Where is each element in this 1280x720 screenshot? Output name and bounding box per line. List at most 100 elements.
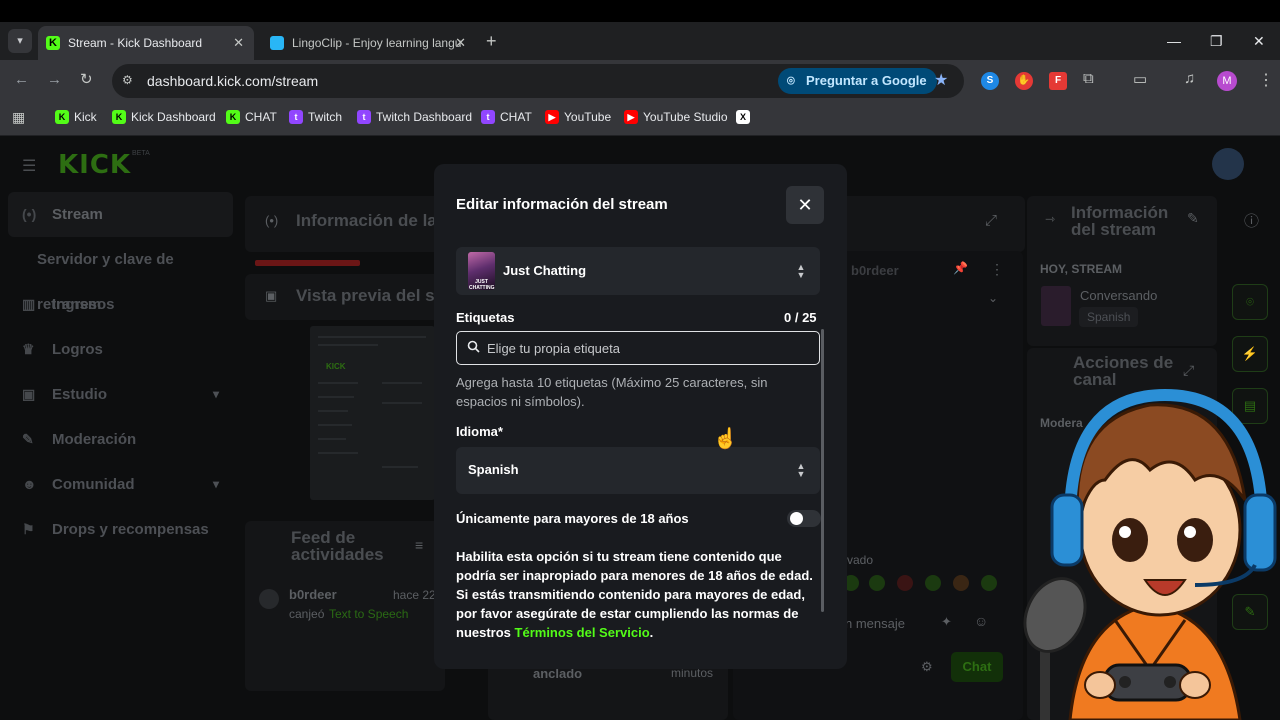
sidebar-item-estudio[interactable]: ▣ Estudio ▾: [8, 372, 233, 417]
bookmark-kick-dashboard[interactable]: K Kick Dashboard: [112, 109, 216, 125]
cast-icon[interactable]: ▭: [1133, 70, 1147, 88]
site-info-icon[interactable]: ⚙: [122, 73, 133, 87]
emote-picker-icon[interactable]: ✦: [941, 614, 952, 630]
sidebar-item-stream[interactable]: (•) Stream: [8, 192, 233, 237]
tab-lingoclip[interactable]: LingoClip - Enjoy learning langu ✕: [262, 26, 476, 60]
bookmark-youtube[interactable]: ▶ YouTube: [545, 109, 611, 125]
bookmark-youtube-studio[interactable]: ▶ YouTube Studio: [624, 109, 728, 125]
language-value: Spanish: [468, 462, 519, 477]
tab-title: Stream - Kick Dashboard: [68, 36, 203, 50]
adult-only-toggle[interactable]: [787, 510, 821, 527]
edit-pencil-icon[interactable]: ✎: [1187, 210, 1199, 227]
minimize-icon[interactable]: —: [1167, 30, 1181, 52]
sidebar-item-label: Drops y recompensas: [52, 521, 209, 538]
feed-action: canjeó: [289, 607, 325, 621]
ask-google-button[interactable]: ⌾ Preguntar a Google: [778, 68, 937, 94]
right-category: Conversando: [1080, 288, 1158, 303]
restore-icon[interactable]: ❐: [1210, 30, 1223, 52]
address-bar[interactable]: ⚙ dashboard.kick.com/stream ⌾ Preguntar …: [112, 64, 964, 98]
apps-grid-icon[interactable]: ▦: [12, 109, 25, 126]
tab-close-icon[interactable]: ✕: [233, 26, 244, 60]
modal-scrollbar[interactable]: [821, 329, 824, 612]
modal-close-button[interactable]: ✕: [786, 186, 824, 224]
sidebar-item-moderacion[interactable]: ✎ Moderación: [8, 417, 233, 462]
bookmark-star-icon[interactable]: ★: [934, 70, 948, 90]
media-control-icon[interactable]: ♫: [1184, 70, 1195, 87]
extensions-puzzle-icon[interactable]: ⧉: [1083, 70, 1094, 87]
category-name: Just Chatting: [503, 263, 587, 278]
language-chip: Spanish: [1079, 307, 1139, 327]
bookmark-chat-kick[interactable]: K CHAT: [226, 109, 277, 125]
chevron-down-icon[interactable]: ⌄: [988, 291, 998, 305]
kick-icon: K: [226, 110, 240, 124]
tab-kick-dashboard[interactable]: Stream - Kick Dashboard ✕: [38, 26, 254, 60]
bookmark-label: Kick Dashboard: [131, 110, 216, 124]
sidebar-item-comunidad[interactable]: ☻ Comunidad ▾: [8, 462, 233, 507]
microphone-icon: [1023, 577, 1087, 653]
kick-logo[interactable]: KICK: [58, 150, 131, 180]
category-select[interactable]: JUST CHATTING Just Chatting ▲ ▼: [456, 247, 820, 295]
new-tab-plus-icon[interactable]: +: [486, 30, 497, 52]
broadcast-icon: (•): [265, 213, 279, 228]
chat-pinned-user: b0rdeer: [851, 263, 899, 278]
tab-search-menu-button[interactable]: ▾: [8, 29, 32, 53]
bookmark-twitch[interactable]: t Twitch: [289, 109, 342, 125]
info-icon[interactable]: ⓘ: [1244, 210, 1259, 231]
pin-icon[interactable]: 📌: [953, 261, 968, 275]
bookmark-chat-twitch[interactable]: t CHAT: [481, 109, 532, 125]
sidebar-item-ingresos[interactable]: ▥ Ingresos: [8, 282, 233, 327]
feed-avatar: [259, 589, 279, 609]
tab-close-icon[interactable]: ✕: [455, 26, 466, 60]
wrench-icon: ✎: [22, 431, 34, 447]
more-icon[interactable]: ⋮: [990, 261, 1004, 278]
chevron-down-icon: ▾: [212, 477, 219, 491]
live-status-bar: [255, 260, 360, 266]
activity-feed-panel: Feed de actividades ≡ b0rdeer hace 22 ca…: [245, 521, 445, 691]
hamburger-menu-icon[interactable]: ☰: [22, 156, 36, 176]
tags-input-box[interactable]: [456, 331, 820, 365]
window-close-icon[interactable]: ✕: [1253, 30, 1265, 52]
updown-chevron-icon: ▲ ▼: [796, 461, 806, 479]
tags-input[interactable]: [487, 338, 807, 358]
extension-shazam-icon[interactable]: S: [981, 72, 999, 90]
chat-settings-gear-icon[interactable]: ⚙: [921, 659, 933, 675]
user-avatar[interactable]: [1212, 148, 1244, 180]
side-action-clip-icon[interactable]: ⌾: [1232, 284, 1268, 320]
emoji-icon[interactable]: ☺: [974, 613, 988, 629]
terms-of-service-link[interactable]: Términos del Servicio: [515, 625, 650, 640]
modal-title: Editar información del stream: [456, 196, 668, 213]
updown-chevron-icon: ▲ ▼: [796, 262, 806, 280]
side-action-bolt-icon[interactable]: ⚡: [1232, 336, 1268, 372]
filter-icon[interactable]: ≡: [415, 537, 423, 553]
streamer-mascot-illustration: [1023, 388, 1277, 720]
reload-icon[interactable]: ↻: [80, 70, 93, 90]
sidebar-item-server-key[interactable]: Servidor y clave de retransm: [8, 237, 233, 313]
trophy-icon: ♛: [22, 341, 35, 357]
dashboard-sidebar: (•) Stream Servidor y clave de retransm ▥…: [8, 192, 233, 552]
forward-arrow-icon[interactable]: →: [47, 70, 62, 90]
language-label: Idioma*: [456, 424, 503, 439]
sidebar-item-label: Logros: [52, 341, 103, 358]
bookmark-twitch-dashboard[interactable]: t Twitch Dashboard: [357, 109, 472, 125]
x-icon: X: [736, 110, 750, 124]
search-icon: [467, 340, 480, 353]
close-icon: ✕: [797, 195, 813, 215]
sidebar-item-drops[interactable]: ⚑ Drops y recompensas: [8, 507, 233, 552]
language-select[interactable]: Spanish ▲ ▼: [456, 447, 820, 494]
extension-flag-icon[interactable]: F: [1049, 72, 1067, 90]
extension-hand-icon[interactable]: ✋: [1015, 72, 1033, 90]
sidebar-item-label: Stream: [52, 206, 103, 223]
sidebar-item-label: Estudio: [52, 386, 107, 403]
browser-menu-icon[interactable]: ⋮: [1258, 70, 1274, 90]
edit-stream-info-modal: Editar información del stream ✕ JUST CHA…: [434, 164, 847, 669]
profile-avatar[interactable]: M: [1217, 71, 1237, 91]
bookmark-kick[interactable]: K Kick: [55, 109, 97, 125]
chat-input[interactable]: n mensaje: [845, 616, 905, 631]
preview-icon: ▣: [265, 288, 278, 303]
back-arrow-icon[interactable]: ←: [14, 70, 29, 90]
sidebar-item-logros[interactable]: ♛ Logros: [8, 327, 233, 372]
expand-icon[interactable]: ⤢: [985, 212, 997, 229]
chat-send-button[interactable]: Chat: [951, 652, 1003, 682]
youtube-icon: ▶: [545, 110, 559, 124]
sidebar-item-label: Moderación: [52, 431, 137, 448]
